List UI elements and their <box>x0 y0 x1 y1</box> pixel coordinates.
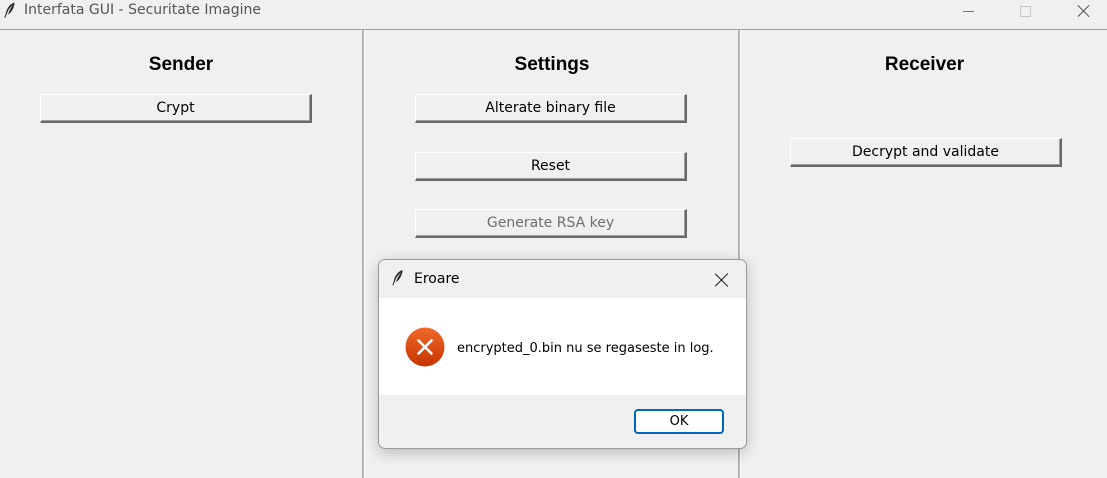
receiver-heading: Receiver <box>884 54 965 75</box>
column-divider <box>362 30 365 478</box>
dialog-title-bar: Eroare <box>379 260 746 298</box>
settings-heading: Settings <box>514 54 590 75</box>
dialog-close-button[interactable] <box>714 272 730 288</box>
feather-icon <box>392 270 403 286</box>
maximize-icon <box>1019 5 1031 17</box>
reset-button[interactable]: Reset <box>415 152 687 181</box>
ok-button[interactable]: OK <box>634 409 724 434</box>
decrypt-and-validate-button[interactable]: Decrypt and validate <box>790 138 1062 167</box>
receiver-panel: Receiver Decrypt and validate <box>742 30 1107 478</box>
maximize-button[interactable] <box>1002 0 1048 22</box>
dialog-body: encrypted_0.bin nu se regaseste in log. <box>379 298 746 395</box>
error-icon <box>405 327 445 367</box>
sender-panel: Sender Crypt <box>0 30 362 478</box>
dialog-title: Eroare <box>414 271 460 287</box>
sender-heading: Sender <box>148 54 214 75</box>
close-window-button[interactable] <box>1061 0 1107 22</box>
generate-rsa-key-button[interactable]: Generate RSA key <box>415 209 687 238</box>
alterate-binary-file-button[interactable]: Alterate binary file <box>415 94 687 123</box>
close-icon <box>1077 4 1091 18</box>
error-dialog: Eroare encrypted_0.bin nu se regaseste i… <box>378 259 747 449</box>
dialog-message: encrypted_0.bin nu se regaseste in log. <box>457 341 714 356</box>
title-bar: Interfata GUI - Securitate Imagine <box>0 0 1107 22</box>
window-title: Interfata GUI - Securitate Imagine <box>24 2 262 18</box>
feather-icon <box>4 2 15 18</box>
minimize-button[interactable] <box>945 0 991 22</box>
minimize-icon <box>962 10 974 12</box>
crypt-button[interactable]: Crypt <box>40 94 312 123</box>
